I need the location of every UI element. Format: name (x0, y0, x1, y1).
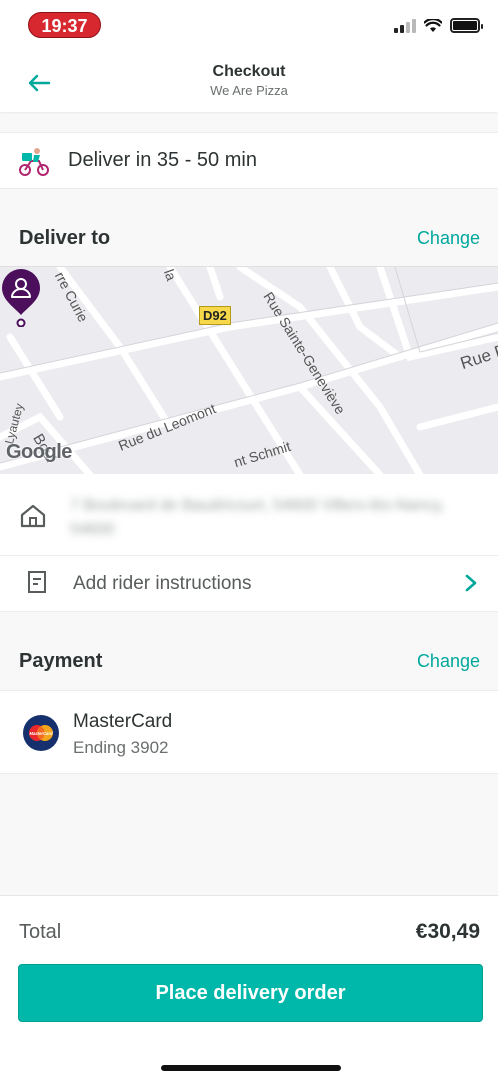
note-icon (28, 571, 46, 593)
google-logo: Google (6, 441, 72, 463)
mastercard-circles: MasterCard (29, 725, 53, 741)
address-card: 7 Boulevard de Baudricourt, 54600 Viller… (0, 474, 498, 612)
home-indicator[interactable] (161, 1065, 341, 1071)
address-row: 7 Boulevard de Baudricourt, 54600 Viller… (0, 474, 498, 556)
rider-instructions-label: Add rider instructions (73, 573, 252, 594)
change-payment-link[interactable]: Change (417, 651, 480, 672)
checkout-screen: 19:37 Checkout We Are Pizza Deliver in 3… (0, 0, 498, 1080)
payment-title: Payment (19, 649, 103, 672)
checkout-footer: Total €30,49 Place delivery order (0, 895, 498, 1080)
total-value: €30,49 (415, 920, 480, 943)
restaurant-name: We Are Pizza (210, 83, 288, 98)
payment-method-card[interactable]: MasterCard MasterCard Ending 3902 (0, 690, 498, 774)
delivery-time-row: Deliver in 35 - 50 min (0, 132, 498, 189)
page-title: Checkout (212, 63, 286, 80)
battery-icon (450, 18, 483, 33)
rider-instructions-row[interactable]: Add rider instructions (0, 556, 498, 612)
home-icon (20, 504, 46, 528)
status-icons (394, 18, 483, 33)
mastercard-logo-text: MasterCard (29, 731, 52, 736)
deliver-to-title: Deliver to (19, 226, 111, 249)
app-header: Checkout We Are Pizza (0, 52, 498, 112)
rider-bike-icon (19, 147, 49, 176)
status-bar: 19:37 (0, 0, 498, 52)
signal-icon (394, 19, 416, 33)
delivery-map[interactable]: rre Curie Rue Sainte-Geneviève Rue du Le… (0, 266, 498, 474)
chevron-right-icon (465, 574, 477, 592)
payment-header: Payment Change (0, 633, 498, 689)
status-time: 19:37 (28, 12, 101, 38)
road-badge: D92 (199, 306, 231, 325)
place-order-button[interactable]: Place delivery order (18, 964, 483, 1022)
deliver-to-header: Deliver to Change (0, 210, 498, 266)
location-pin-icon (2, 269, 40, 327)
mastercard-logo-icon: MasterCard (23, 715, 59, 751)
card-ending: Ending 3902 (73, 738, 169, 757)
total-label: Total (19, 921, 62, 943)
card-name: MasterCard (73, 711, 173, 732)
delivery-time-text: Deliver in 35 - 50 min (68, 149, 257, 171)
change-address-link[interactable]: Change (417, 228, 480, 249)
address-text: 7 Boulevard de Baudricourt, 54600 Viller… (70, 497, 445, 538)
wifi-icon (424, 19, 442, 32)
